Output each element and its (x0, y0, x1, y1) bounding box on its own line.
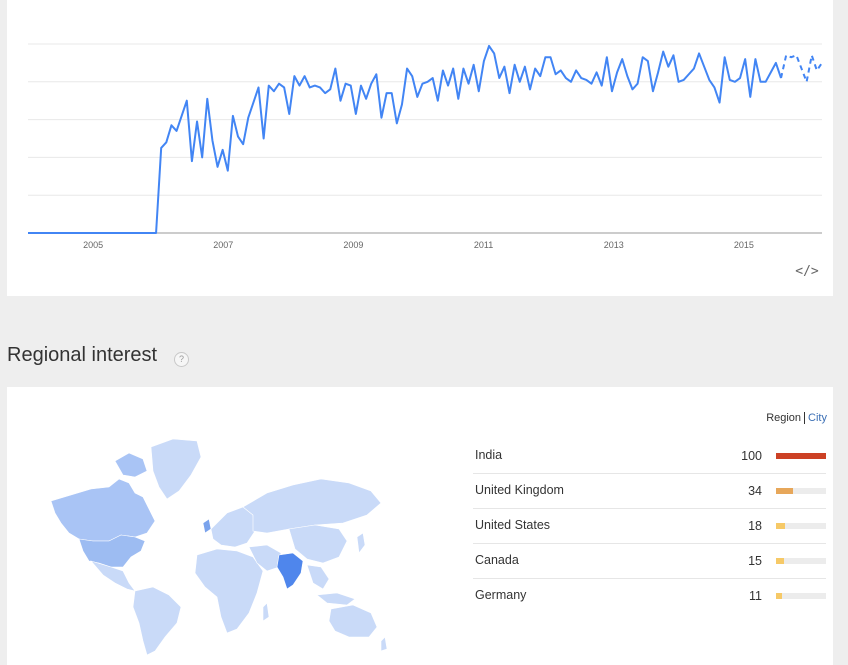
trend-card: 2005 2007 2009 2011 2013 2015 </> (7, 0, 833, 296)
list-item[interactable]: India 100 (473, 439, 826, 474)
region-bar-fill (776, 523, 785, 529)
trend-chart: 2005 2007 2009 2011 2013 2015 (28, 43, 823, 250)
region-ranking-list: India 100 United Kingdom 34 United State… (473, 439, 826, 613)
list-item[interactable]: Canada 15 (473, 544, 826, 579)
map-region-europe[interactable] (210, 506, 256, 548)
forecast-line[interactable] (780, 51, 823, 86)
region-bar-fill (776, 558, 784, 564)
toggle-region[interactable]: Region (766, 412, 806, 424)
map-region-madagascar[interactable] (262, 602, 270, 622)
map-region-india[interactable] (276, 552, 304, 590)
map-region-russia[interactable] (242, 478, 382, 534)
region-name: United Kingdom (475, 483, 564, 497)
map-region-arctic-islands[interactable] (114, 452, 148, 478)
list-item[interactable]: United Kingdom 34 (473, 474, 826, 509)
map-region-indonesia[interactable] (316, 592, 356, 606)
region-city-toggle: Region City (766, 412, 827, 424)
region-bar-track (776, 523, 826, 529)
region-value: 34 (748, 484, 762, 498)
help-icon[interactable]: ? (174, 352, 189, 367)
x-tick-label: 2013 (604, 240, 624, 250)
x-tick-label: 2011 (474, 240, 493, 250)
region-value: 100 (741, 449, 762, 463)
region-value: 15 (748, 554, 762, 568)
region-name: Germany (475, 588, 527, 602)
region-bar-fill (776, 453, 826, 459)
regional-card: Region City India 100 United Kingdom 34 U… (7, 387, 833, 665)
map-region-south-america[interactable] (132, 586, 182, 656)
map-region-new-zealand[interactable] (380, 636, 388, 652)
list-item[interactable]: United States 18 (473, 509, 826, 544)
x-tick-label: 2007 (213, 240, 233, 250)
map-region-australia[interactable] (328, 604, 378, 638)
map-region-canada[interactable] (50, 478, 156, 542)
trend-line[interactable] (28, 44, 782, 234)
region-value: 11 (749, 589, 762, 603)
region-bar-fill (776, 488, 793, 494)
region-bar-track (776, 488, 826, 494)
region-name: Canada (475, 553, 519, 567)
embed-code-icon[interactable]: </> (795, 262, 819, 282)
region-bar-track (776, 558, 826, 564)
region-name: United States (475, 518, 551, 532)
region-bar-track (776, 453, 826, 459)
region-name: India (475, 448, 503, 462)
map-region-africa[interactable] (194, 548, 264, 634)
list-item[interactable]: Germany 11 (473, 579, 826, 613)
section-title: Regional interest (7, 344, 158, 366)
map-region-southeast-asia[interactable] (306, 564, 330, 590)
x-tick-label: 2015 (734, 240, 754, 250)
map-region-greenland[interactable] (150, 438, 202, 500)
x-tick-label: 2009 (343, 240, 363, 250)
map-region-japan[interactable] (356, 532, 366, 554)
x-tick-label: 2005 (83, 240, 103, 250)
region-value: 18 (748, 519, 762, 533)
map-region-united-kingdom[interactable] (202, 518, 212, 534)
world-map[interactable] (31, 437, 391, 659)
region-bar-track (776, 593, 826, 599)
region-bar-fill (776, 593, 782, 599)
toggle-city[interactable]: City (805, 412, 827, 424)
